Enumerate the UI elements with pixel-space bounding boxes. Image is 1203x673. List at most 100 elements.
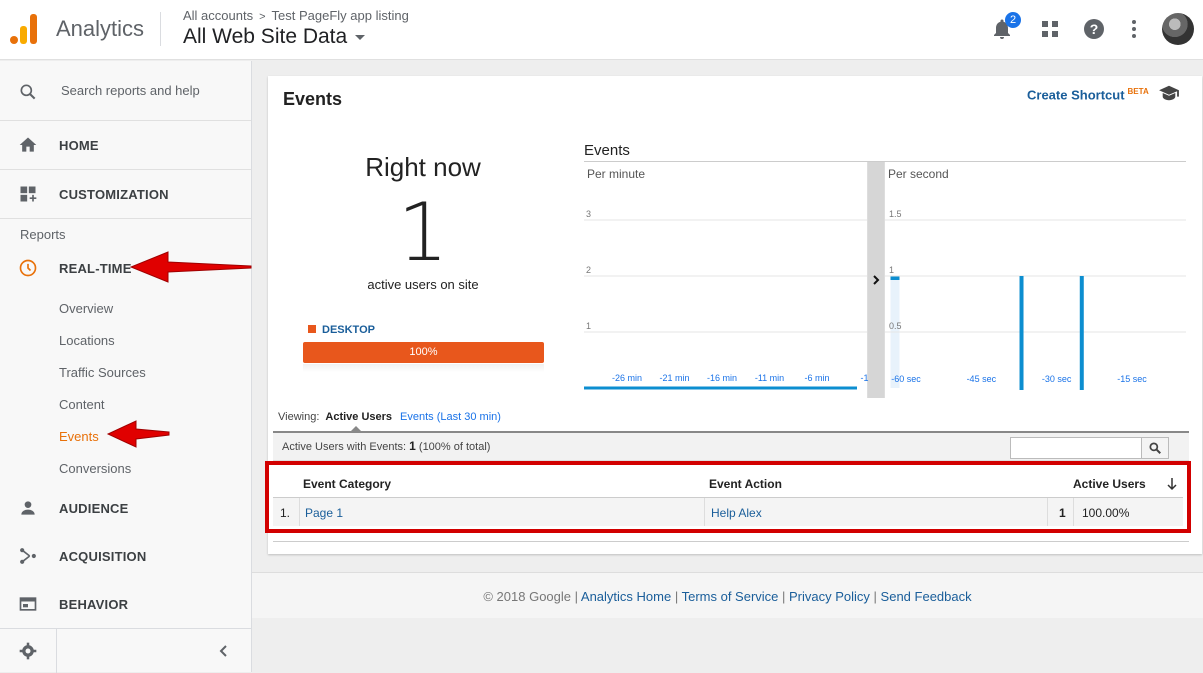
y-tick-label: 2 [586, 265, 591, 275]
graduation-cap-icon[interactable] [1158, 84, 1180, 102]
x-tick-label: -45 sec [967, 374, 997, 384]
summary-prefix: Active Users with Events: [282, 441, 407, 453]
active-users-count: 1 [397, 186, 449, 279]
sidebar-item-label: HOME [59, 138, 99, 153]
notification-badge: 2 [1005, 12, 1021, 28]
tab-events-last-30[interactable]: Events (Last 30 min) [400, 411, 501, 423]
breadcrumb[interactable]: All accounts > Test PageFly app listing [183, 8, 409, 23]
settings-button[interactable] [0, 629, 57, 673]
search-input[interactable]: Search reports and help [61, 83, 200, 98]
sidebar-item-events[interactable]: Events [59, 429, 99, 444]
sidebar: Search reports and help HOME CUSTOMIZATI… [0, 61, 252, 673]
x-tick-label: -15 sec [1117, 374, 1147, 384]
sidebar-item-conversions[interactable]: Conversions [59, 461, 131, 476]
sidebar-item-audience[interactable]: AUDIENCE [0, 485, 251, 533]
acquisition-icon [20, 548, 36, 564]
y-tick-label: 0.5 [889, 321, 902, 331]
gear-icon [19, 642, 37, 660]
cell-border [1073, 498, 1074, 526]
device-percentage-bar: 100% [303, 342, 544, 363]
x-tick-label: -1 [860, 373, 868, 383]
view-selector[interactable]: All Web Site Data [183, 25, 366, 49]
viewing-label: Viewing: [278, 411, 320, 423]
x-tick-label: -26 min [612, 373, 642, 383]
chart-title: Events [584, 142, 630, 159]
table-search-button[interactable] [1141, 437, 1169, 459]
avatar[interactable] [1162, 13, 1194, 45]
sidebar-item-behavior[interactable]: BEHAVIOR [0, 581, 251, 629]
x-tick-label: -21 min [659, 373, 689, 383]
reports-heading: Reports [20, 227, 66, 242]
breadcrumb-property[interactable]: Test PageFly app listing [272, 8, 409, 23]
footer-link-privacy[interactable]: Privacy Policy [789, 589, 870, 604]
per-second-plot: 0.5 1 1.5 -60 sec -45 sec -30 sec -15 sec [885, 209, 1186, 390]
active-users-percent: 100.00% [1082, 506, 1130, 520]
events-table: Event Category Event Action Active Users… [265, 461, 1191, 533]
behavior-icon [19, 597, 37, 611]
chart-subtitle: Per minute [587, 167, 645, 181]
summary-text: Active Users with Events: 1 (100% of tot… [282, 439, 490, 453]
x-tick-label: -30 sec [1042, 374, 1072, 384]
sidebar-item-label: REAL-TIME [59, 261, 132, 276]
x-tick-label: -60 sec [891, 374, 921, 384]
page-footer: © 2018 Google | Analytics Home | Terms o… [252, 572, 1203, 618]
beta-badge: BETA [1127, 87, 1149, 96]
x-tick-label: -6 min [804, 373, 829, 383]
sidebar-item-content[interactable]: Content [59, 397, 105, 412]
sidebar-item-overview[interactable]: Overview [59, 301, 113, 316]
top-bar: Analytics All accounts > Test PageFly app … [0, 0, 1203, 60]
x-tick-label: -16 min [707, 373, 737, 383]
chevron-right-icon: > [259, 11, 266, 23]
collapse-sidebar-icon[interactable] [216, 643, 232, 659]
table-row: 1. Page 1 Help Alex 1 100.00% [273, 498, 1183, 526]
sidebar-item-acquisition[interactable]: ACQUISITION [0, 533, 251, 581]
device-legend: DESKTOP [308, 324, 375, 336]
event-category-link[interactable]: Page 1 [305, 506, 343, 520]
analytics-logo[interactable] [10, 14, 40, 44]
sidebar-item-label: ACQUISITION [59, 549, 147, 564]
create-shortcut-link[interactable]: Create Shortcut BETA [1027, 87, 1149, 102]
page-title: Events [283, 89, 343, 109]
footer-link-terms[interactable]: Terms of Service [682, 589, 779, 604]
sidebar-item-home[interactable]: HOME [0, 122, 251, 170]
chart-bar [890, 276, 900, 280]
sidebar-item-label: AUDIENCE [59, 501, 129, 516]
y-tick-label: 1.5 [889, 209, 902, 219]
clock-icon [19, 259, 37, 277]
events-chart: Per minute Per second 1 2 3 -26 min -21 min -… [584, 162, 1186, 398]
bar-shadow [303, 364, 544, 372]
tab-active-users[interactable]: Active Users [325, 411, 392, 423]
table-search-input[interactable] [1010, 437, 1142, 459]
chart-bar [1079, 276, 1084, 390]
event-action-link[interactable]: Help Alex [711, 506, 762, 520]
breadcrumb-account[interactable]: All accounts [183, 8, 253, 23]
sidebar-item-locations[interactable]: Locations [59, 333, 115, 348]
sort-descending-icon[interactable] [1166, 477, 1178, 491]
summary-bar: Active Users with Events: 1 (100% of tot… [273, 433, 1189, 461]
sidebar-item-traffic-sources[interactable]: Traffic Sources [59, 365, 146, 380]
svg-text:?: ? [1090, 21, 1099, 37]
help-icon[interactable]: ? [1082, 17, 1106, 41]
active-users-value: 1 [1059, 506, 1066, 520]
shortcut-label: Create Shortcut [1027, 87, 1125, 103]
sidebar-divider [0, 218, 251, 219]
footer-link-analytics-home[interactable]: Analytics Home [581, 589, 671, 604]
card-bottom-rule [273, 541, 1189, 542]
row-index: 1. [280, 506, 291, 520]
column-header-event-category[interactable]: Event Category [303, 477, 391, 491]
person-icon [21, 501, 35, 515]
column-header-active-users[interactable]: Active Users [1073, 477, 1146, 491]
chart-scroll-handle[interactable] [868, 162, 884, 398]
more-vert-icon[interactable] [1122, 17, 1146, 41]
report-card: Events Create Shortcut BETA Right now 1 a… [265, 76, 1202, 554]
column-header-event-action[interactable]: Event Action [709, 477, 782, 491]
caret-down-icon [355, 34, 366, 40]
search-icon [20, 84, 36, 100]
footer-link-feedback[interactable]: Send Feedback [881, 589, 972, 604]
viewing-tabs: Viewing: Active Users Events (Last 30 min) [278, 411, 501, 423]
annotation-arrow [129, 251, 252, 283]
sidebar-search[interactable]: Search reports and help [0, 61, 251, 121]
sidebar-item-label: CUSTOMIZATION [59, 187, 169, 202]
sidebar-item-customization[interactable]: CUSTOMIZATION [0, 171, 251, 219]
apps-grid-icon[interactable] [1038, 17, 1062, 41]
